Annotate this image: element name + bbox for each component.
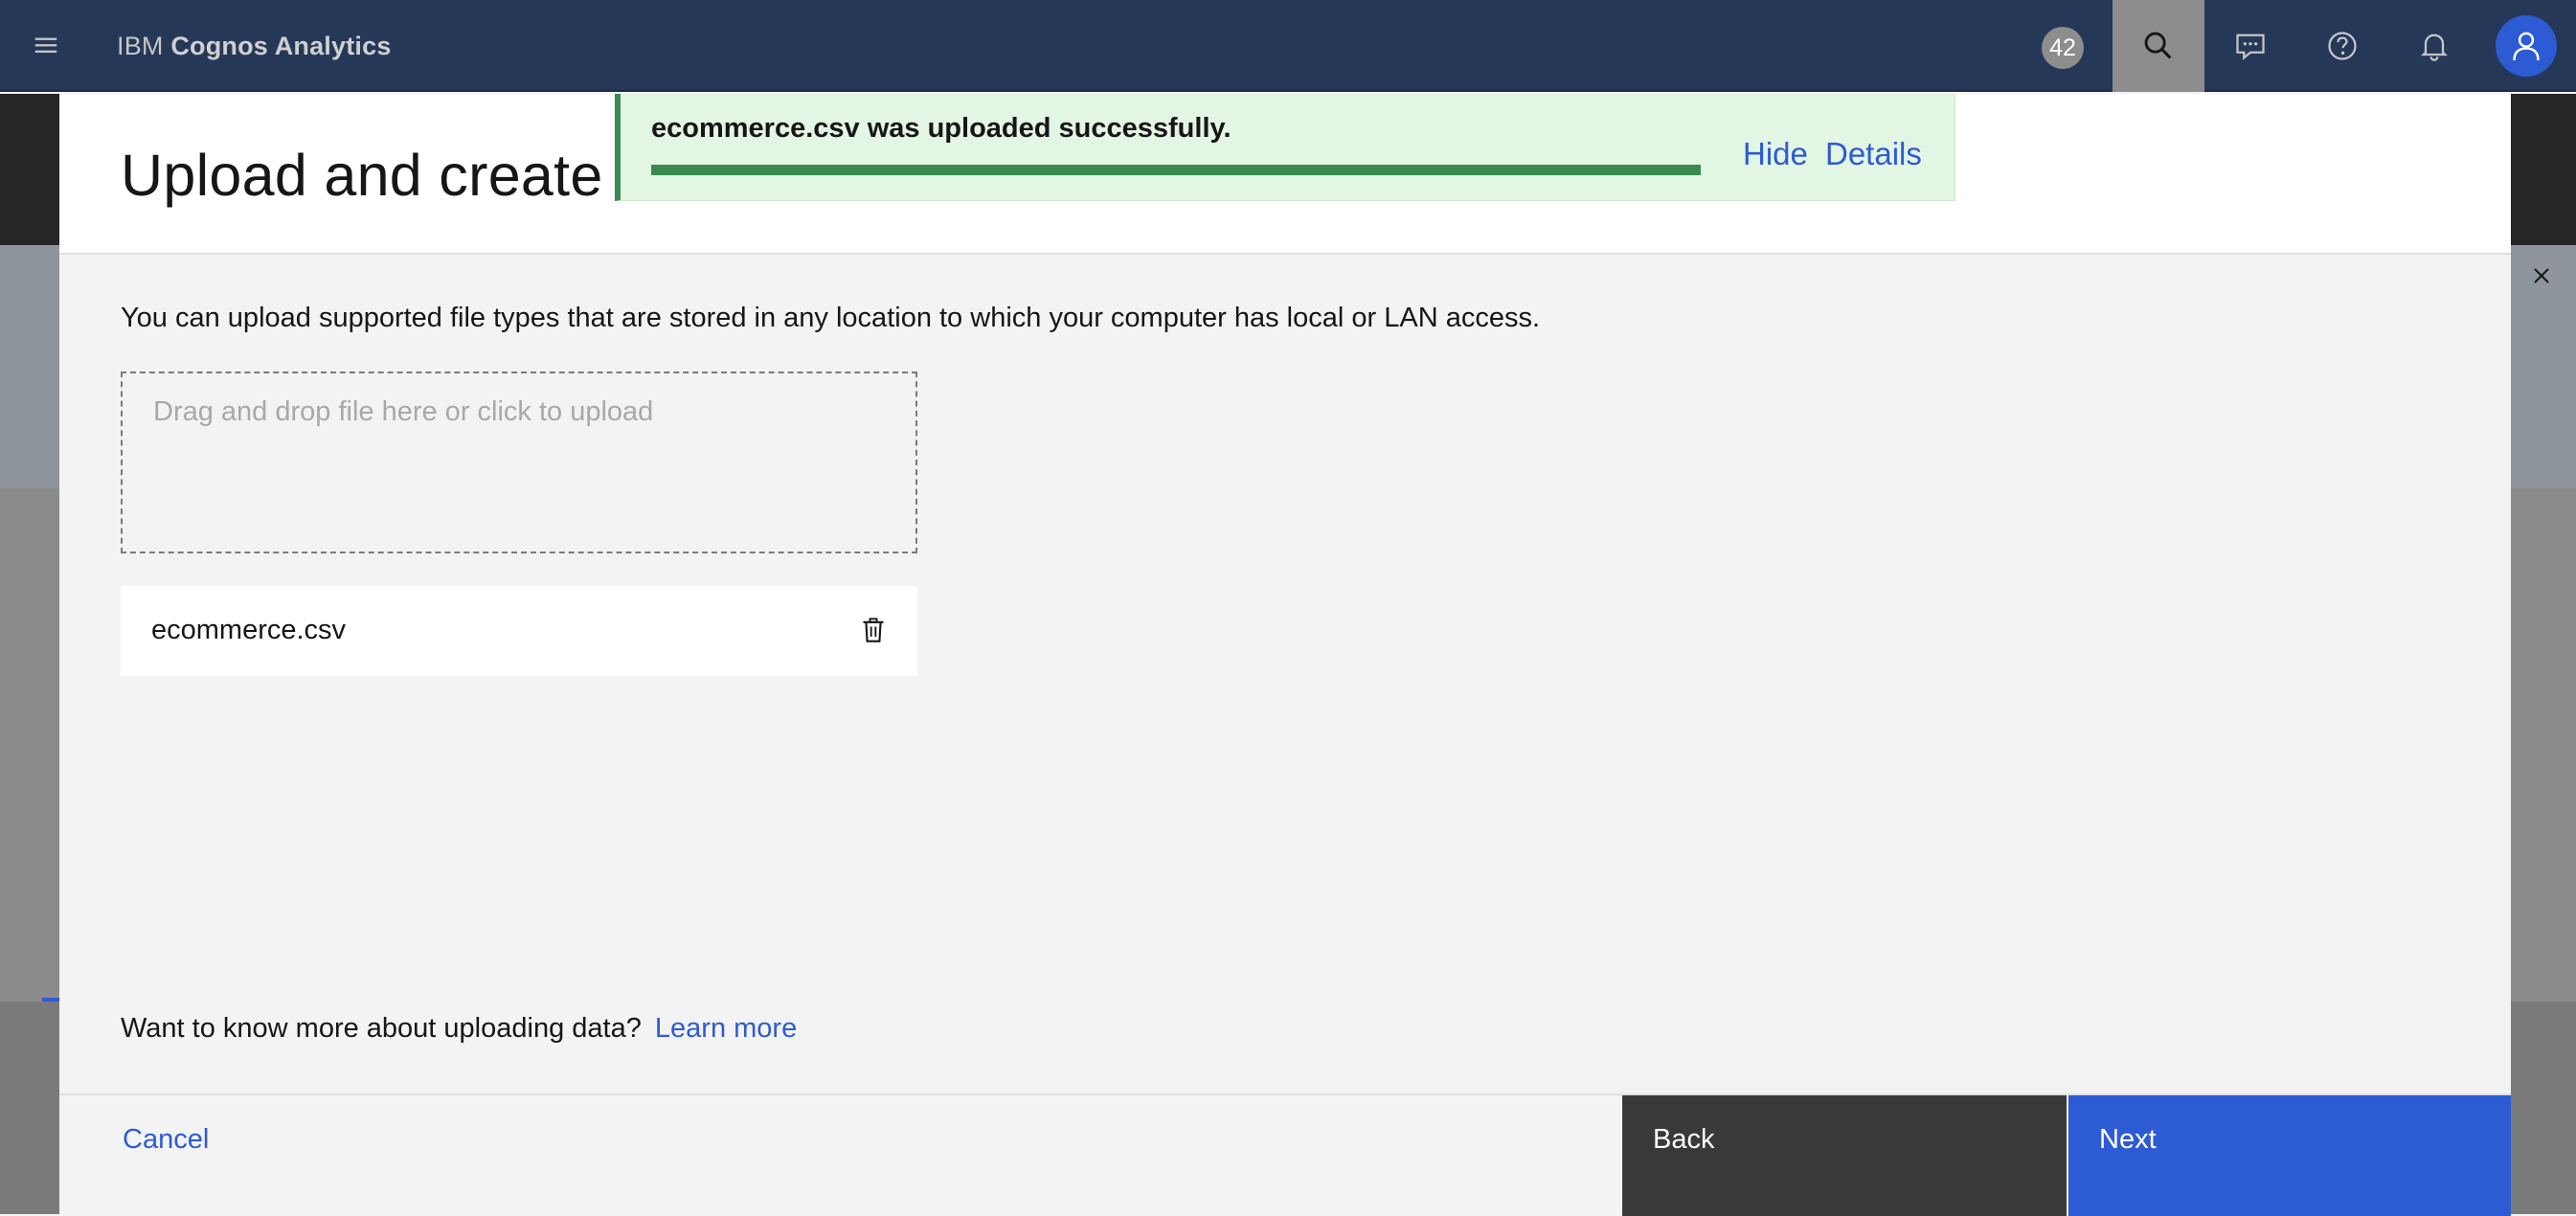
upload-progress-fill [651,165,1701,175]
upload-success-notification: ecommerce.csv was uploaded successfully.… [615,94,1955,201]
back-button-label: Back [1653,1124,1715,1155]
learn-more-prompt: Want to know more about uploading data? [121,1013,642,1044]
brand-name: Cognos Analytics [170,32,392,60]
top-navigation-bar: IBM Cognos Analytics 42 [0,0,2576,92]
uploaded-file-item: ecommerce.csv [121,586,917,676]
learn-more-link[interactable]: Learn more [655,1013,797,1044]
dialog-header: Upload and create ecommerce.csv was uplo… [59,94,2511,255]
app-brand: IBM Cognos Analytics [117,0,392,92]
brand-prefix: IBM [117,32,164,60]
uploaded-file-name: ecommerce.csv [151,615,347,645]
dialog-title: Upload and create [121,143,603,208]
notification-count-badge[interactable]: 42 [2042,27,2084,69]
chat-button[interactable] [2204,0,2296,92]
search-button[interactable] [2113,0,2204,92]
help-icon [2328,32,2357,60]
upload-description: You can upload supported file types that… [121,303,1541,333]
upload-progress-bar [651,165,1701,175]
dialog-footer: Cancel Back Next [59,1093,2511,1216]
upload-dialog: Upload and create ecommerce.csv was uplo… [59,94,2511,1216]
notifications-button[interactable] [2388,0,2480,92]
cancel-link[interactable]: Cancel [123,1124,209,1156]
search-icon [2144,32,2172,59]
chat-icon [2236,34,2265,60]
notification-message: ecommerce.csv was uploaded successfully. [651,113,1232,144]
back-button[interactable]: Back [1622,1095,2067,1216]
close-icon [2534,268,2549,283]
avatar [2496,15,2557,77]
trash-icon [863,618,884,642]
file-dropzone[interactable]: Drag and drop file here or click to uplo… [121,372,917,553]
help-button[interactable] [2296,0,2388,92]
menu-icon[interactable] [17,17,75,75]
dropzone-text: Drag and drop file here or click to uplo… [153,396,654,427]
user-profile-button[interactable] [2480,0,2572,92]
delete-file-button[interactable] [852,609,894,651]
notification-icon [2421,34,2448,61]
user-icon [2513,32,2540,61]
background-panel-close-button[interactable] [2522,257,2561,295]
notification-details-link[interactable]: Details [1825,136,1922,172]
next-button[interactable]: Next [2068,1095,2511,1216]
learn-more-row: Want to know more about uploading data? … [121,1013,797,1045]
next-button-label: Next [2099,1124,2157,1155]
hide-notification-link[interactable]: Hide [1743,136,1808,172]
